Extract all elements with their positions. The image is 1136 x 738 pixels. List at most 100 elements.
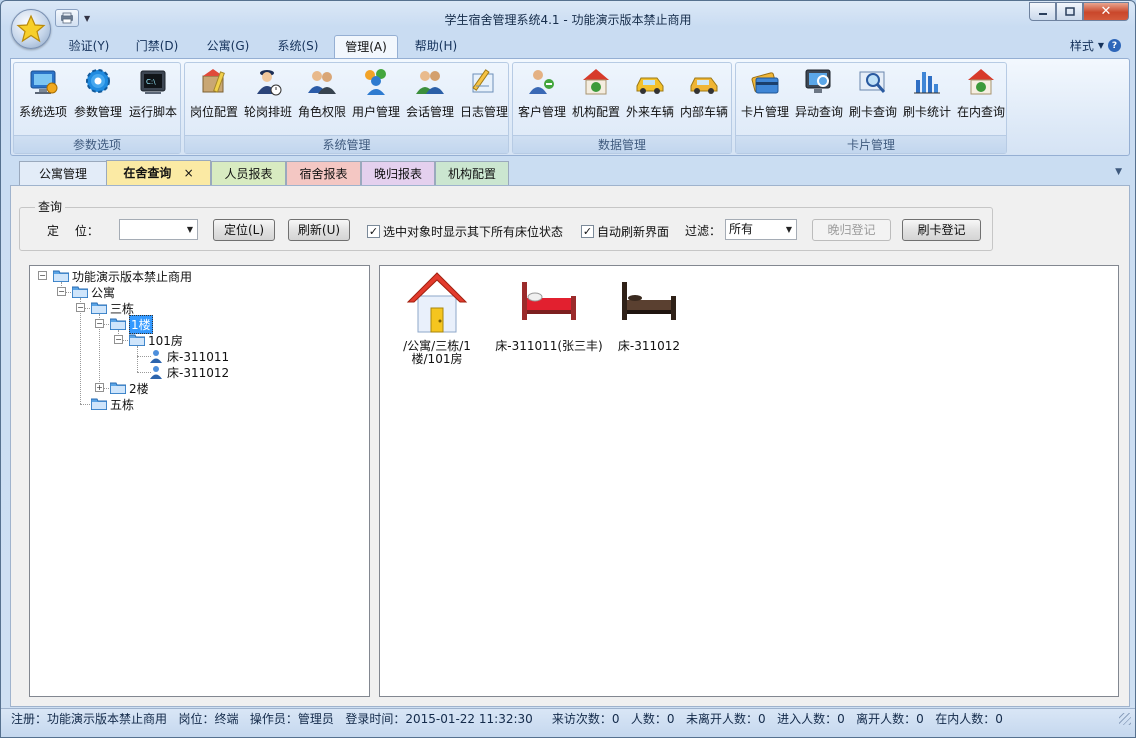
view-item-bed-311012[interactable]: 床-311012 (606, 268, 692, 353)
menu-tab-apartment[interactable]: 公寓(G) (200, 35, 256, 58)
document-tabs: 公寓管理 在舍查询 × 人员报表 宿舍报表 晚归报表 机构配置 ▼ (10, 158, 1130, 186)
internal-car-label: 内部车辆 (679, 105, 728, 119)
tab-dorm-report[interactable]: 宿舍报表 (286, 161, 361, 186)
tree-node-root[interactable]: 功能演示版本禁止商用 (53, 268, 192, 284)
swipe-query-label: 刷卡查询 (848, 105, 897, 119)
collapse-toggle[interactable]: − (76, 303, 85, 312)
internal-car-button[interactable]: 内部车辆 (678, 66, 730, 120)
ribbon-group-data: 客户管理 机构配置 外来车辆 内部车辆 数据管理 (512, 62, 732, 154)
folder-icon (72, 286, 88, 298)
user-manage-label: 用户管理 (351, 105, 400, 119)
log-manage-button[interactable]: 日志管理 (458, 66, 510, 120)
tree-node-label: 功能演示版本禁止商用 (72, 269, 193, 284)
status-bar: 注册：功能演示版本禁止商用 岗位：终端 操作员：管理员 登录时间：2015-01… (1, 708, 1135, 737)
collapse-toggle[interactable]: − (57, 287, 66, 296)
run-script-button[interactable]: C:\ 运行脚本 (127, 66, 179, 120)
customer-icon (529, 70, 554, 94)
param-manage-button[interactable]: 参数管理 (72, 66, 124, 120)
system-options-button[interactable]: 系统选项 (17, 66, 69, 120)
locate-button[interactable]: 定位(L) (213, 219, 275, 241)
change-query-button[interactable]: 异动查询 (793, 66, 845, 120)
org-config-button[interactable]: 机构配置 (570, 66, 622, 120)
tab-person-report[interactable]: 人员报表 (211, 161, 286, 186)
guard-schedule-label: 轮岗排班 (243, 105, 292, 119)
view-item-label: 床-311012 (617, 339, 681, 353)
view-item-room[interactable]: /公寓/三栋/1楼/101房 (384, 268, 490, 366)
session-manage-button[interactable]: 会话管理 (404, 66, 456, 120)
tab-apartment-manage[interactable]: 公寓管理 (19, 161, 107, 186)
user-manage-button[interactable]: 用户管理 (350, 66, 402, 120)
filter-combo[interactable]: 所有 ▼ (725, 219, 797, 240)
customer-manage-label: 客户管理 (517, 105, 566, 119)
app-menu-button[interactable] (11, 9, 51, 49)
late-register-button[interactable]: 晚归登记 (812, 219, 891, 241)
users-icon (365, 69, 386, 95)
gear-icon (86, 69, 110, 93)
tab-label: 宿舍报表 (299, 167, 348, 181)
session-icon (416, 71, 444, 94)
customer-manage-button[interactable]: 客户管理 (516, 66, 568, 120)
close-button[interactable]: ✕ (1083, 2, 1129, 21)
view-item-label: /公寓/三栋/1楼/101房 (403, 339, 471, 366)
tab-list-dropdown-icon[interactable]: ▼ (1115, 167, 1122, 177)
tree-node-room-101[interactable]: 101房 (129, 332, 183, 348)
menu-tab-verify[interactable]: 验证(Y) (61, 35, 117, 58)
tree-node-floor-1[interactable]: 1楼 (110, 314, 153, 334)
tree-node-apartment[interactable]: 公寓 (72, 284, 115, 300)
collapse-toggle[interactable]: − (38, 271, 47, 280)
show-beds-checkbox[interactable]: ✓ 选中对象时显示其下所有床位状态 (367, 223, 563, 240)
close-tab-icon[interactable]: × (184, 166, 194, 180)
expand-toggle[interactable]: + (95, 383, 104, 392)
auto-refresh-checkbox[interactable]: ✓ 自动刷新界面 (581, 223, 669, 240)
menu-tab-manage[interactable]: 管理(A) (334, 35, 398, 58)
maximize-button[interactable] (1056, 2, 1083, 21)
collapse-toggle[interactable]: − (114, 335, 123, 344)
view-item-bed-311011[interactable]: 床-311011(张三丰) (492, 268, 606, 353)
tab-in-dorm-query[interactable]: 在舍查询 × (106, 160, 211, 186)
object-view-panel: /公寓/三栋/1楼/101房 床-311011(张三丰) 床-311012 (379, 265, 1119, 697)
tree-node-building-3[interactable]: 三栋 (91, 300, 134, 316)
window-title: 学生宿舍管理系统4.1 - 功能演示版本禁止商用 (444, 13, 692, 27)
ribbon-group-params: 系统选项 参数管理 C:\ 运行脚本 参数选项 (13, 62, 181, 154)
refresh-button[interactable]: 刷新(U) (288, 219, 350, 241)
swipe-register-button[interactable]: 刷卡登记 (902, 219, 981, 241)
locate-combo[interactable]: ▼ (119, 219, 198, 240)
menu-tab-access[interactable]: 门禁(D) (129, 35, 185, 58)
resize-grip[interactable] (1119, 713, 1131, 725)
folder-icon (53, 270, 69, 282)
tab-late-report[interactable]: 晚归报表 (361, 161, 435, 186)
tree-node-bed-311011[interactable]: 床-311011 (149, 348, 229, 364)
monitor-search-icon (805, 69, 831, 93)
filter-value: 所有 (729, 222, 754, 236)
tree-node-bed-311012[interactable]: 床-311012 (149, 364, 229, 380)
menu-tab-help[interactable]: 帮助(H) (408, 35, 464, 58)
collapse-toggle[interactable]: − (95, 319, 104, 328)
status-text: 注册：功能演示版本禁止商用 岗位：终端 操作员：管理员 登录时间：2015-01… (11, 712, 1003, 726)
org-config-icon (583, 69, 609, 95)
home-search-icon (968, 69, 994, 95)
swipe-stats-button[interactable]: 刷卡统计 (901, 66, 953, 120)
folder-icon (91, 398, 107, 410)
tree-node-floor-2[interactable]: 2楼 (110, 380, 149, 396)
post-config-button[interactable]: 岗位配置 (188, 66, 240, 120)
swipe-query-button[interactable]: 刷卡查询 (847, 66, 899, 120)
person-icon (150, 350, 162, 363)
tab-org-config[interactable]: 机构配置 (435, 161, 509, 186)
card-manage-button[interactable]: 卡片管理 (739, 66, 791, 120)
inside-query-button[interactable]: 在内查询 (955, 66, 1007, 120)
minimize-button[interactable] (1029, 2, 1056, 21)
tree-node-label: 公寓 (91, 285, 116, 300)
external-car-button[interactable]: 外来车辆 (624, 66, 676, 120)
help-icon[interactable]: ? (1108, 39, 1121, 52)
tree-node-label: 2楼 (129, 381, 149, 396)
folder-icon (91, 302, 107, 314)
menu-tab-system[interactable]: 系统(S) (270, 35, 326, 58)
role-permission-button[interactable]: 角色权限 (296, 66, 348, 120)
tab-label: 人员报表 (224, 167, 273, 181)
person-icon (150, 366, 162, 379)
folder-icon (129, 334, 145, 346)
style-menu[interactable]: 样式 ▼ ? (1070, 37, 1121, 54)
guard-schedule-button[interactable]: 轮岗排班 (242, 66, 294, 120)
tab-label: 机构配置 (447, 167, 496, 181)
tree-node-building-5[interactable]: 五栋 (91, 396, 134, 412)
